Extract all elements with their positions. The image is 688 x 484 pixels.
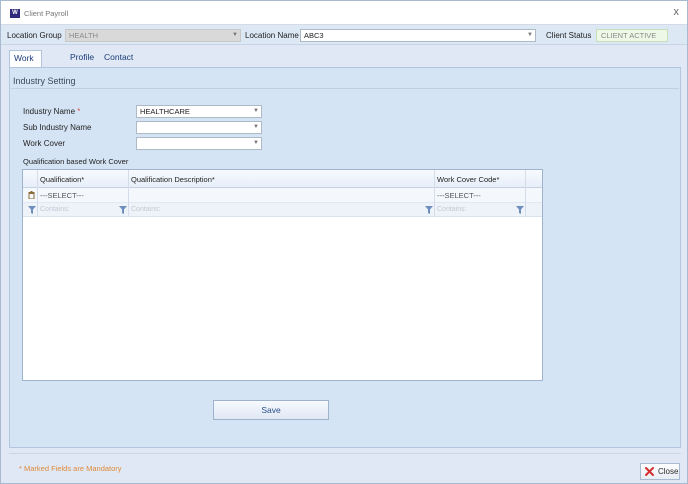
industry-name-label: Industry Name * (23, 107, 81, 116)
location-group-field[interactable]: HEALTH ▼ (65, 29, 241, 42)
work-cover-select[interactable]: ▼ (136, 137, 262, 150)
footer-divider (9, 453, 681, 454)
dropdown-arrow-icon: ▼ (232, 32, 238, 38)
close-button[interactable]: Close (640, 463, 680, 480)
grid-caption: Qualification based Work Cover (23, 157, 129, 166)
trash-icon[interactable] (28, 191, 35, 199)
location-group-value: HEALTH (69, 31, 99, 40)
mandatory-note: * Marked Fields are Mandatory (19, 464, 122, 473)
column-work-cover-code[interactable]: Work Cover Code* (437, 175, 499, 184)
new-row-qualification[interactable]: ---SELECT--- (40, 191, 84, 200)
dropdown-arrow-icon[interactable]: ▼ (525, 30, 535, 41)
filter-description[interactable]: Contains: (131, 206, 161, 213)
filter-row: Contains: Contains: Contains: (23, 203, 542, 217)
industry-setting-title: Industry Setting (13, 76, 76, 86)
column-qualification-description[interactable]: Qualification Description* (131, 175, 215, 184)
client-payroll-window: W Client Payroll x Location Group HEALTH… (0, 0, 688, 484)
close-x-icon (645, 467, 654, 476)
new-row[interactable]: ---SELECT--- ---SELECT--- (23, 188, 542, 203)
location-name-value: ABC3 (304, 31, 324, 40)
save-button[interactable]: Save (213, 400, 329, 420)
location-bar: Location Group HEALTH ▼ Location Name AB… (1, 26, 687, 45)
filter-icon[interactable] (425, 206, 433, 214)
title-bar: W Client Payroll x (1, 1, 687, 25)
close-button-label: Close (658, 467, 679, 476)
work-cover-label: Work Cover (23, 139, 66, 148)
dropdown-arrow-icon[interactable]: ▼ (251, 122, 261, 133)
sub-industry-select[interactable]: ▼ (136, 121, 262, 134)
grid-divider (37, 170, 38, 217)
sub-industry-label: Sub Industry Name (23, 123, 92, 132)
tab-profile[interactable]: Profile (66, 50, 98, 67)
group-divider (11, 88, 679, 89)
filter-qualification[interactable]: Contains: (40, 206, 70, 213)
qualification-grid: Qualification* Qualification Description… (22, 169, 543, 381)
industry-name-value: HEALTHCARE (140, 107, 190, 116)
industry-name-select[interactable]: HEALTHCARE ▼ (136, 105, 262, 118)
client-status-label: Client Status (546, 31, 592, 40)
dropdown-arrow-icon[interactable]: ▼ (251, 138, 261, 149)
filter-icon[interactable] (119, 206, 127, 214)
location-group-label: Location Group (7, 31, 62, 40)
filter-icon[interactable] (28, 206, 36, 214)
location-name-label: Location Name (245, 31, 299, 40)
required-mark: * (77, 107, 81, 116)
dropdown-arrow-icon[interactable]: ▼ (251, 106, 261, 117)
grid-divider (525, 170, 526, 217)
client-status-field: CLIENT ACTIVE (596, 29, 668, 42)
grid-divider (434, 170, 435, 217)
new-row-work-cover-code[interactable]: ---SELECT--- (437, 191, 481, 200)
grid-divider (128, 170, 129, 217)
window-title: Client Payroll (24, 9, 69, 18)
close-icon[interactable]: x (674, 7, 680, 18)
filter-work-cover-code[interactable]: Contains: (437, 206, 467, 213)
tab-contact-details[interactable]: Contact Details (100, 50, 137, 77)
location-name-select[interactable]: ABC3 ▼ (300, 29, 536, 42)
tab-work-cover[interactable]: Work Cover (9, 50, 42, 78)
app-icon: W (10, 9, 20, 18)
column-qualification[interactable]: Qualification* (40, 175, 84, 184)
filter-icon[interactable] (516, 206, 524, 214)
grid-header: Qualification* Qualification Description… (23, 170, 542, 188)
